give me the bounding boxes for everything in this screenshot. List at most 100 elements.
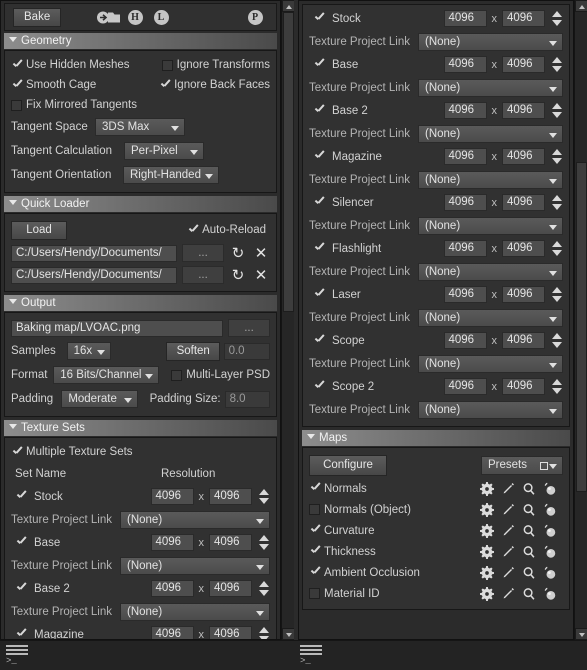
output-section-header[interactable]: Output [4,295,277,311]
multiple-texture-sets-checkbox[interactable]: Multiple Texture Sets [11,446,133,459]
scroll-thumb[interactable] [283,12,294,312]
scroll-up-button[interactable] [282,0,294,12]
texture-set-toggle-3[interactable]: Magazine [11,628,151,640]
auto-reload-checkbox[interactable]: Auto-Reload [187,224,270,237]
texture-width-input[interactable]: 4096 [443,332,487,349]
scroll-track[interactable] [575,12,587,628]
resolution-stepper[interactable] [550,240,563,257]
map-toggle-4[interactable]: Ambient Occlusion [309,566,480,579]
quick-loader-browse-button-1[interactable]: ... [182,244,224,262]
ignore-transforms-checkbox[interactable]: Ignore Transforms [161,59,270,71]
clear-icon-2[interactable]: ✕ [252,266,270,284]
texture-width-input[interactable]: 4096 [443,10,487,27]
scroll-thumb[interactable] [576,162,587,492]
presets-dropdown[interactable]: Presets [481,455,563,475]
texture-width-input[interactable]: 4096 [443,240,487,257]
resolution-stepper[interactable] [550,148,563,165]
quick-loader-path-input-1[interactable]: C:/Users/Hendy/Documents/ [11,244,177,262]
texture-width-input[interactable]: 4096 [150,488,194,505]
texture-height-input[interactable]: 4096 [502,378,545,395]
resolution-stepper[interactable] [550,10,563,27]
tangent-calculation-dropdown[interactable]: Per-Pixel [124,142,204,160]
low-poly-icon[interactable]: L [148,7,174,27]
resolution-stepper[interactable] [550,286,563,303]
texture-height-input[interactable]: 4096 [502,10,545,27]
resolution-stepper[interactable] [257,626,270,639]
output-browse-button[interactable]: ... [228,319,270,337]
fix-mirrored-tangents-checkbox[interactable]: Fix Mirrored Tangents [11,99,137,111]
texture-height-input[interactable]: 4096 [209,534,252,551]
texture-width-input[interactable]: 4096 [443,56,487,73]
left-console-icon[interactable]: >_ [6,645,28,667]
texture-set-toggle-2[interactable]: Base 2 [11,582,151,595]
tangent-space-dropdown[interactable]: 3DS Max [95,118,185,136]
padding-size-input[interactable]: 8.0 [224,390,270,408]
texture-height-input[interactable]: 4096 [502,148,545,165]
right-panel-scrollbar[interactable] [574,0,587,640]
format-dropdown[interactable]: 16 Bits/Channel [53,366,160,384]
high-poly-icon[interactable]: H [122,7,148,27]
texture-set-toggle-6[interactable]: Laser [309,288,444,301]
texture-set-toggle-4[interactable]: Silencer [309,196,444,209]
map-toggle-2[interactable]: Curvature [309,524,480,537]
texture-set-toggle-5[interactable]: Flashlight [309,242,444,255]
map-toggle-3[interactable]: Thickness [309,545,480,558]
texture-project-link-dropdown[interactable]: (None) [418,308,563,327]
texture-height-input[interactable]: 4096 [209,488,252,505]
texture-width-input[interactable]: 4096 [150,580,194,597]
texture-project-link-dropdown[interactable]: (None) [418,262,563,281]
resolution-stepper[interactable] [257,580,270,597]
quick-loader-browse-button-2[interactable]: ... [182,266,224,284]
map-toggle-0[interactable]: Normals [309,482,480,495]
texture-project-link-dropdown[interactable]: (None) [418,400,563,419]
scroll-track[interactable] [282,12,294,628]
texture-height-input[interactable]: 4096 [502,240,545,257]
samples-dropdown[interactable]: 16x [66,342,111,360]
texture-project-link-dropdown[interactable]: (None) [418,32,563,51]
texture-width-input[interactable]: 4096 [150,626,194,639]
resolution-stepper[interactable] [550,102,563,119]
texture-set-toggle-8[interactable]: Scope 2 [309,380,444,393]
smooth-cage-checkbox[interactable]: Smooth Cage [11,79,159,92]
texture-project-link-dropdown[interactable]: (None) [418,170,563,189]
tangent-orientation-dropdown[interactable]: Right-Handed [123,166,219,184]
texture-height-input[interactable]: 4096 [502,194,545,211]
resolution-stepper[interactable] [550,378,563,395]
soften-button[interactable]: Soften [165,341,220,361]
texture-sets-section-header[interactable]: Texture Sets [4,420,277,436]
texture-height-input[interactable]: 4096 [209,626,252,639]
texture-height-input[interactable]: 4096 [502,286,545,303]
map-toggle-5[interactable]: Material ID [309,588,480,600]
resolution-stepper[interactable] [550,194,563,211]
left-panel-scrollbar[interactable] [281,0,294,640]
reload-icon-1[interactable]: ↻ [229,244,247,262]
resolution-stepper[interactable] [257,488,270,505]
texture-width-input[interactable]: 4096 [443,102,487,119]
texture-set-toggle-0[interactable]: Stock [11,490,151,503]
import-folder-icon[interactable] [96,7,122,27]
texture-width-input[interactable]: 4096 [443,286,487,303]
texture-height-input[interactable]: 4096 [209,580,252,597]
resolution-stepper[interactable] [257,534,270,551]
preferences-icon[interactable]: P [242,7,268,27]
texture-height-input[interactable]: 4096 [502,102,545,119]
texture-project-link-dropdown[interactable]: (None) [418,216,563,235]
texture-width-input[interactable]: 4096 [443,148,487,165]
scroll-down-button[interactable] [282,628,294,640]
quick-loader-section-header[interactable]: Quick Loader [4,196,277,212]
texture-width-input[interactable]: 4096 [443,194,487,211]
texture-width-input[interactable]: 4096 [150,534,194,551]
texture-project-link-dropdown[interactable]: (None) [418,354,563,373]
padding-dropdown[interactable]: Moderate [61,390,138,408]
map-toggle-1[interactable]: Normals (Object) [309,504,480,516]
quick-loader-path-input-2[interactable]: C:/Users/Hendy/Documents/ [11,266,177,284]
texture-project-link-dropdown[interactable]: (None) [418,78,563,97]
texture-set-toggle-3[interactable]: Magazine [309,150,444,163]
configure-button[interactable]: Configure [309,454,387,476]
texture-width-input[interactable]: 4096 [443,378,487,395]
texture-set-toggle-0[interactable]: Stock [309,12,444,25]
reload-icon-2[interactable]: ↻ [229,266,247,284]
output-path-input[interactable]: Baking map/LVOAC.png [11,319,223,337]
soften-value-input[interactable]: 0.0 [223,342,270,360]
bake-button[interactable]: Bake [13,7,62,27]
